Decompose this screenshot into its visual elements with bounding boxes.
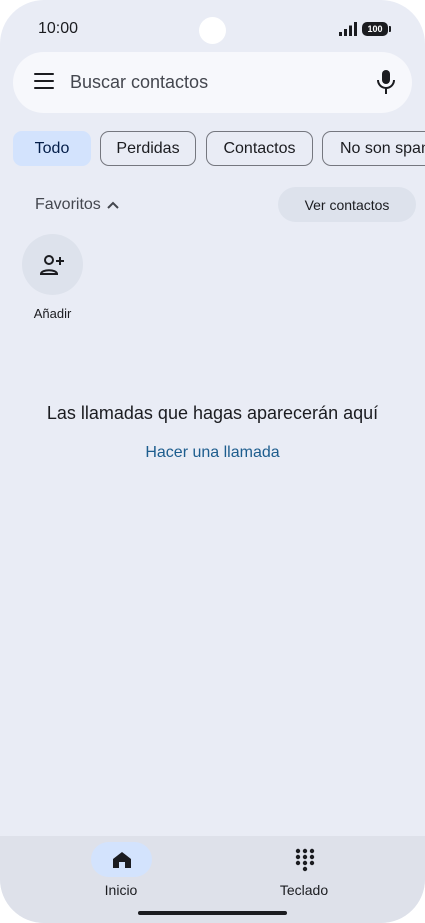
nav-active-indicator	[91, 842, 152, 877]
chip-contactos[interactable]: Contactos	[206, 131, 313, 166]
search-bar[interactable]: Buscar contactos	[13, 52, 412, 113]
nav-item-inicio[interactable]: Inicio	[61, 836, 181, 906]
empty-state-message: Las llamadas que hagas aparecerán aquí	[46, 403, 379, 423]
chip-perdidas[interactable]: Perdidas	[100, 131, 196, 166]
battery-level: 100	[367, 24, 383, 34]
add-person-icon	[39, 254, 64, 275]
bottom-navigation: Inicio Teclado	[0, 836, 425, 923]
favorites-label: Favoritos	[35, 196, 101, 213]
nav-label-teclado: Teclado	[279, 882, 329, 898]
nav-pill	[274, 842, 335, 877]
dialpad-icon	[295, 848, 314, 871]
add-favorite-button[interactable]	[22, 234, 83, 295]
nav-item-teclado[interactable]: Teclado	[244, 836, 364, 906]
status-time: 10:00	[38, 20, 79, 37]
home-icon	[112, 851, 131, 868]
home-indicator	[138, 911, 287, 915]
menu-icon[interactable]	[34, 73, 54, 91]
filter-chips: Todo Perdidas Contactos No son spam	[13, 131, 425, 166]
camera-cutout	[199, 17, 226, 44]
signal-icon	[339, 22, 357, 36]
phone-screen: 10:00 100 Buscar contactos Todo Perdidas…	[0, 0, 425, 923]
microphone-icon[interactable]	[375, 69, 397, 95]
chip-no-son-spam[interactable]: No son spam	[322, 131, 425, 166]
search-input[interactable]: Buscar contactos	[70, 72, 208, 93]
view-contacts-button[interactable]: Ver contactos	[278, 187, 416, 222]
favorites-toggle[interactable]: Favoritos	[35, 196, 119, 214]
battery-icon: 100	[362, 22, 391, 36]
add-favorite-label: Añadir	[33, 306, 72, 321]
make-call-link[interactable]: Hacer una llamada	[0, 444, 425, 462]
nav-label-inicio: Inicio	[104, 882, 138, 898]
chevron-up-icon	[107, 201, 119, 209]
chip-todo[interactable]: Todo	[13, 131, 91, 166]
status-bar: 10:00 100	[0, 0, 425, 52]
